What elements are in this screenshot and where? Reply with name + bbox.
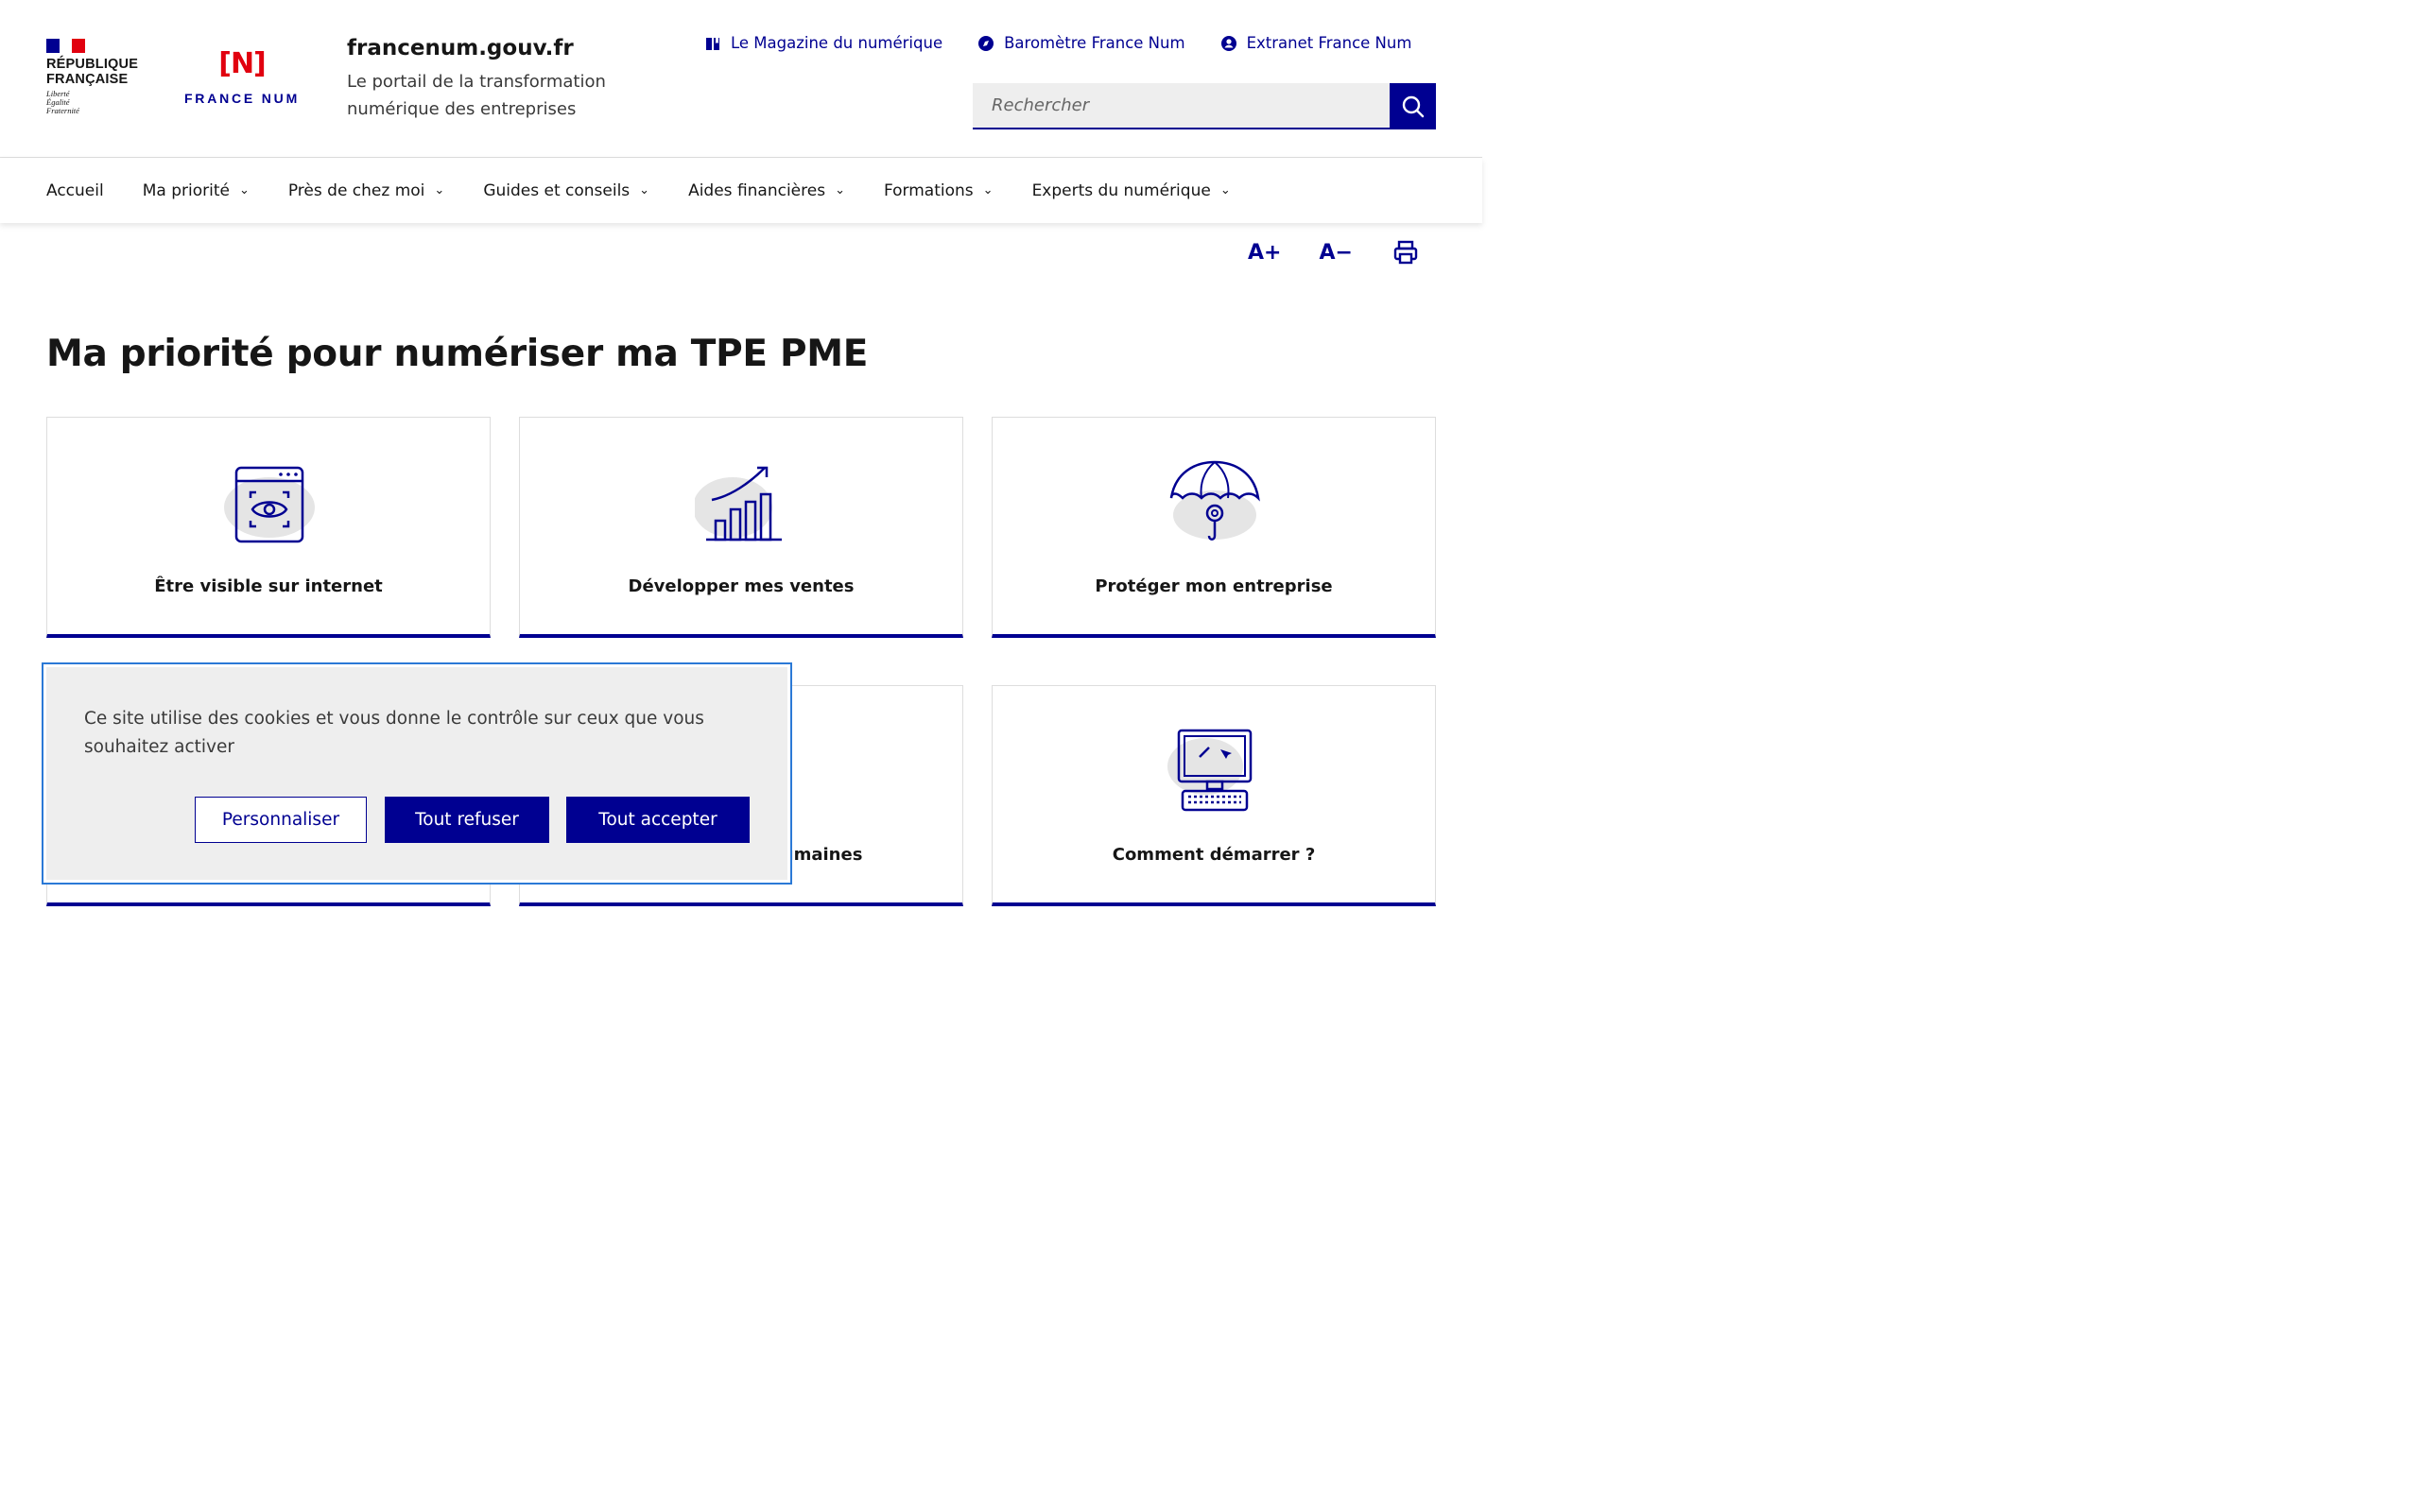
search-bar [973, 83, 1436, 129]
page-title: Ma priorité pour numériser ma TPE PME [46, 333, 869, 375]
search-button[interactable] [1390, 83, 1436, 129]
nav-item-label: Guides et conseils [483, 180, 631, 200]
nav-item-label: Experts du numérique [1031, 180, 1211, 200]
chevron-down-icon: ⌄ [1219, 183, 1231, 198]
marianne-flag-icon [46, 39, 85, 53]
priority-card-visible[interactable]: Être visible sur internet [46, 417, 491, 638]
site-header: RÉPUBLIQUE FRANÇAISE Liberté Égalité Fra… [0, 0, 1482, 158]
decrease-text-button[interactable]: A− [1319, 241, 1352, 265]
france-num-text: FRANCE NUM [183, 91, 301, 106]
priority-card-demarrer[interactable]: Comment démarrer ? [992, 685, 1436, 906]
nav-item-label: Ma priorité [142, 180, 230, 200]
search-icon [1402, 95, 1424, 117]
france-num-logo[interactable]: [N] FRANCE NUM [180, 47, 304, 113]
refuse-all-cookies-button[interactable]: Tout refuser [385, 797, 549, 843]
nav-item-ma-priorite[interactable]: Ma priorité ⌄ [143, 181, 250, 200]
france-num-mark: [N] [218, 47, 267, 80]
nav-item-guides-et-conseils[interactable]: Guides et conseils ⌄ [483, 181, 649, 200]
site-tagline: Le portail de la transformation numériqu… [347, 72, 606, 119]
card-label: Comment démarrer ? [1112, 845, 1316, 865]
nav-item-label: Formations [883, 180, 974, 200]
growth-chart-icon [695, 466, 782, 541]
republique-francaise-logo[interactable]: RÉPUBLIQUE FRANÇAISE Liberté Égalité Fra… [46, 39, 141, 124]
chevron-down-icon: ⌄ [982, 183, 994, 198]
web-eye-icon [224, 466, 315, 543]
site-title[interactable]: francenum.gouv.fr [347, 36, 574, 60]
chevron-down-icon: ⌄ [835, 183, 845, 198]
rf-motto: Liberté Égalité Fraternité [46, 89, 79, 115]
user-circle-icon [1220, 35, 1236, 51]
main-navigation: Accueil Ma priorité ⌄ Près de chez moi ⌄ G… [0, 158, 1482, 223]
nav-item-aides-financieres[interactable]: Aides financières ⌄ [688, 181, 845, 200]
nav-item-label: Aides financières [688, 180, 826, 200]
priority-card-ventes[interactable]: Développer mes ventes [519, 417, 963, 638]
compass-icon [978, 35, 994, 51]
priority-card-proteger[interactable]: Protéger mon entreprise [992, 417, 1436, 638]
cookie-banner-text: Ce site utilise des cookies et vous donn… [84, 709, 704, 757]
personalize-cookies-button[interactable]: Personnaliser [195, 797, 367, 843]
quick-link-magazine[interactable]: Le Magazine du numérique [704, 34, 942, 52]
search-input[interactable] [973, 83, 1390, 129]
quick-link-label: Extranet France Num [1246, 34, 1412, 52]
cookie-banner-body: Ce site utilise des cookies et vous donn… [46, 667, 787, 880]
cookie-banner: Ce site utilise des cookies et vous donn… [42, 662, 792, 885]
computer-icon [1167, 729, 1253, 812]
nav-item-accueil[interactable]: Accueil [46, 181, 104, 200]
accessibility-tools: A+ A− [1248, 239, 1419, 266]
quick-link-extranet[interactable]: Extranet France Num [1220, 34, 1412, 52]
chevron-down-icon: ⌄ [639, 183, 650, 198]
nav-item-label: Accueil [46, 180, 104, 200]
quick-link-label: Le Magazine du numérique [731, 34, 943, 52]
print-icon[interactable] [1392, 239, 1419, 266]
nav-item-label: Près de chez moi [287, 180, 425, 200]
nav-item-formations[interactable]: Formations ⌄ [884, 181, 994, 200]
quick-link-barometre[interactable]: Baromètre France Num [977, 34, 1185, 52]
nav-item-pres-de-chez-moi[interactable]: Près de chez moi ⌄ [288, 181, 444, 200]
rf-name: RÉPUBLIQUE FRANÇAISE [46, 57, 139, 87]
chevron-down-icon: ⌄ [434, 183, 445, 198]
card-label: Être visible sur internet [154, 576, 383, 596]
book-icon [706, 37, 719, 50]
accept-all-cookies-button[interactable]: Tout accepter [566, 797, 750, 843]
nav-item-experts-du-numerique[interactable]: Experts du numérique ⌄ [1032, 181, 1231, 200]
chevron-down-icon: ⌄ [238, 183, 250, 198]
quick-link-label: Baromètre France Num [1004, 34, 1185, 52]
card-label: Développer mes ventes [628, 576, 855, 596]
quick-links: Le Magazine du numérique Baromètre Franc… [704, 34, 1411, 52]
card-label: Protéger mon entreprise [1095, 576, 1333, 596]
umbrella-gear-icon [1169, 460, 1260, 541]
increase-text-button[interactable]: A+ [1248, 241, 1281, 265]
